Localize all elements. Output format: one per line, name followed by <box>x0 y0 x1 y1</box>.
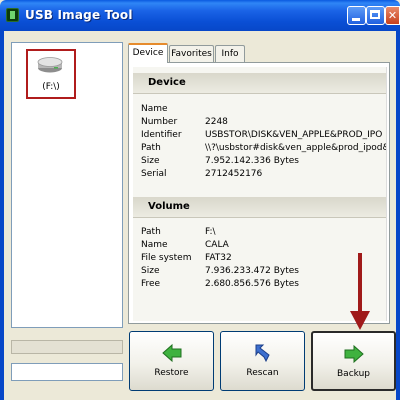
backup-label: Backup <box>337 369 370 379</box>
restore-button[interactable]: Restore <box>129 331 214 391</box>
row-value: USBSTOR\DISK&VEN_APPLE&PROD_IPO <box>205 130 383 140</box>
volume-section-title: Volume <box>148 201 190 212</box>
row-key: Free <box>141 279 161 289</box>
row-key: Path <box>141 143 161 153</box>
row-key: Identifier <box>141 130 182 140</box>
rescan-label: Rescan <box>246 368 279 378</box>
backup-button[interactable]: Backup <box>311 331 396 391</box>
window-frame-left <box>0 31 4 400</box>
title-bar[interactable]: USB Image Tool ✕ <box>0 0 400 31</box>
device-section-header: Device <box>133 73 386 93</box>
row-value: 2248 <box>205 117 228 127</box>
row-key: Serial <box>141 169 167 179</box>
tab-info[interactable]: Info <box>215 45 245 62</box>
row-key: Path <box>141 227 161 237</box>
row-key: Size <box>141 266 160 276</box>
row-value: F:\ <box>205 227 216 237</box>
green-right-arrow-icon <box>344 344 364 364</box>
divider <box>133 217 386 218</box>
status-field <box>11 363 123 381</box>
tab-device[interactable]: Device <box>128 43 168 63</box>
usb-image-tool-window: USB Image Tool ✕ (F:\) Device Favorites … <box>0 0 400 400</box>
rescan-button[interactable]: Rescan <box>220 331 305 391</box>
annotation-arrow-icon <box>350 253 370 330</box>
window-title: USB Image Tool <box>25 8 133 22</box>
green-left-arrow-icon <box>161 343 181 363</box>
row-value: 2.680.856.576 Bytes <box>205 279 299 289</box>
drive-label: (F:\) <box>42 82 60 92</box>
drive-item-f[interactable]: (F:\) <box>26 49 76 99</box>
row-value: 7.952.142.336 Bytes <box>205 156 299 166</box>
row-key: Number <box>141 117 178 127</box>
maximize-icon <box>370 10 380 19</box>
row-value: 2712452176 <box>205 169 263 179</box>
row-value: 7.936.233.472 Bytes <box>205 266 299 276</box>
minimize-button[interactable] <box>347 6 366 25</box>
row-key: Name <box>141 104 168 114</box>
minimize-icon <box>352 18 360 21</box>
progress-bar <box>11 340 123 354</box>
row-key: Name <box>141 240 168 250</box>
maximize-button[interactable] <box>366 6 385 25</box>
usb-app-icon <box>6 8 19 22</box>
restore-label: Restore <box>154 368 189 378</box>
divider <box>133 93 386 94</box>
row-value: CALA <box>205 240 229 250</box>
row-key: Size <box>141 156 160 166</box>
drive-list[interactable]: (F:\) <box>11 42 123 328</box>
window-frame-right <box>396 31 400 400</box>
row-value: FAT32 <box>205 253 232 263</box>
usb-drive-icon <box>37 57 63 73</box>
device-section-title: Device <box>148 77 186 88</box>
blue-refresh-icon <box>255 344 270 363</box>
row-key: File system <box>141 253 192 263</box>
close-button[interactable]: ✕ <box>385 6 400 25</box>
row-value: \\?\usbstor#disk&ven_apple&prod_ipod&rev <box>205 143 387 153</box>
volume-section-header: Volume <box>133 197 386 217</box>
tab-favorites[interactable]: Favorites <box>169 45 214 62</box>
close-icon: ✕ <box>387 9 398 22</box>
